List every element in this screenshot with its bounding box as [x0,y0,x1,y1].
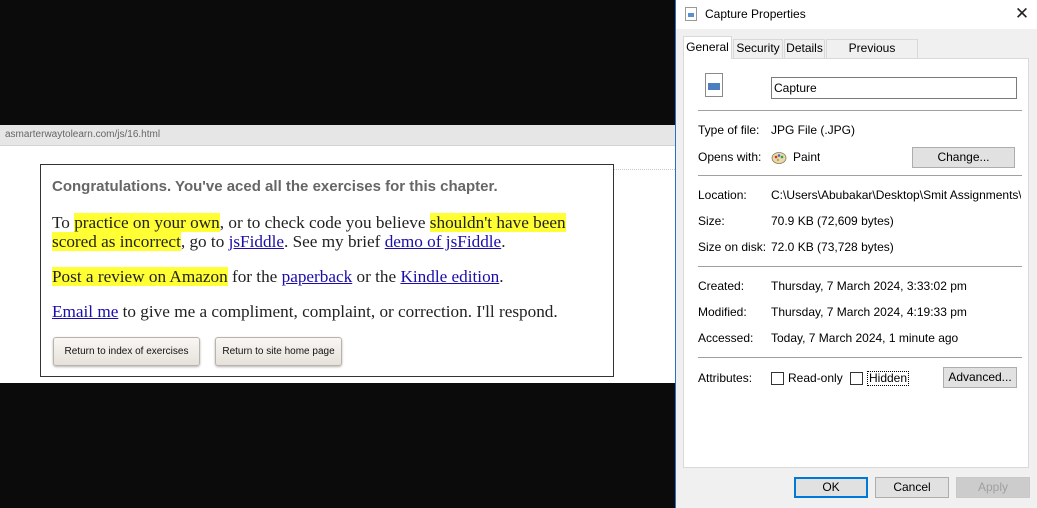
ok-button[interactable]: OK [794,477,868,498]
address-bar[interactable]: asmarterwaytolearn.com/js/16.html [0,125,675,146]
highlight: scored as incorrect [52,232,181,251]
created-value: Thursday, 7 March 2024, 3:33:02 pm [771,279,967,293]
highlight: shouldn't have been [429,213,566,232]
completion-panel: Congratulations. You've aced all the exe… [40,164,614,377]
file-name-input[interactable] [771,77,1017,99]
modified-value: Thursday, 7 March 2024, 4:19:33 pm [771,305,967,319]
advanced-button[interactable]: Advanced... [943,367,1017,388]
tab-general[interactable]: General [683,36,732,59]
jsfiddle-link[interactable]: jsFiddle [229,232,284,251]
size-value: 70.9 KB (72,609 bytes) [771,214,894,228]
review-paragraph: Post a review on Amazon for the paperbac… [52,267,504,286]
text: for the [227,267,282,286]
return-home-button[interactable]: Return to site home page [215,337,342,366]
separator [698,110,1022,111]
image-file-icon [705,73,723,97]
location-value: C:\Users\Abubakar\Desktop\Smit Assignmen… [771,188,1021,202]
cancel-button[interactable]: Cancel [875,477,949,498]
highlight: Post a review on Amazon [52,267,228,286]
highlight: practice on your own [74,213,220,232]
url-text[interactable]: asmarterwaytolearn.com/js/16.html [5,129,160,140]
text: or the [352,267,401,286]
hidden-checkbox[interactable] [850,372,863,385]
dialog-title: Capture Properties [705,7,806,21]
text: to give me a compliment, complaint, or c… [118,302,558,321]
accessed-label: Accessed: [698,331,754,345]
text: . [499,267,504,286]
close-icon[interactable]: ✕ [1010,3,1034,25]
separator [698,266,1022,267]
text: , go to [180,232,229,251]
type-label: Type of file: [698,123,760,137]
kindle-link[interactable]: Kindle edition [400,267,499,286]
modified-label: Modified: [698,305,747,319]
return-index-button[interactable]: Return to index of exercises [53,337,200,366]
file-icon [685,7,697,21]
tab-security[interactable]: Security [733,39,783,58]
hidden-label[interactable]: Hidden [867,371,910,386]
type-value: JPG File (.JPG) [771,123,856,137]
attributes-label: Attributes: [698,371,753,385]
readonly-checkbox[interactable] [771,372,784,385]
text: . See my brief [283,232,385,251]
email-link[interactable]: Email me [52,302,118,321]
properties-dialog: Capture Properties ✕ General Security De… [675,0,1037,508]
size-on-disk-value: 72.0 KB (73,728 bytes) [771,240,894,254]
general-panel: Type of file: JPG File (.JPG) Opens with… [683,58,1029,468]
opens-with-label: Opens with: [698,150,762,164]
size-label: Size: [698,214,725,228]
readonly-label[interactable]: Read-only [788,371,843,385]
separator [698,175,1022,176]
tab-details[interactable]: Details [784,39,825,58]
paint-icon [771,152,787,164]
paperback-link[interactable]: paperback [282,267,353,286]
text: , or to check code you believe [219,213,430,232]
apply-button[interactable]: Apply [956,477,1030,498]
browser-window: asmarterwaytolearn.com/js/16.html Congra… [0,125,675,383]
text: To [52,213,75,232]
jsfiddle-demo-link[interactable]: demo of jsFiddle [385,232,502,251]
congrats-heading: Congratulations. You've aced all the exe… [52,178,498,195]
created-label: Created: [698,279,745,293]
text: . [501,232,506,251]
accessed-value: Today, 7 March 2024, 1 minute ago [771,331,959,345]
email-paragraph: Email me to give me a compliment, compla… [52,302,558,321]
location-label: Location: [698,188,747,202]
separator [698,357,1022,358]
change-button[interactable]: Change... [912,147,1015,168]
size-on-disk-label: Size on disk: [698,240,767,254]
tab-previous-versions[interactable]: Previous Versions [826,39,918,72]
title-bar[interactable]: Capture Properties ✕ [676,0,1037,29]
opens-with-value: Paint [793,150,821,164]
practice-paragraph: To practice on your own, or to check cod… [52,213,566,251]
